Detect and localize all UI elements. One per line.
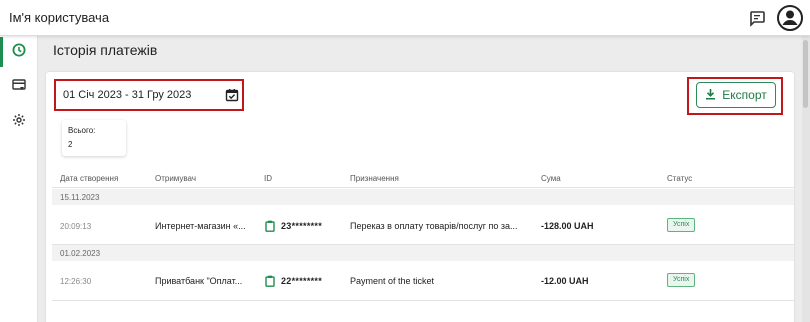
- row-time: 20:09:13: [60, 222, 92, 231]
- sidebar: [0, 36, 38, 322]
- download-icon: [705, 88, 716, 103]
- row-id: 23********: [281, 221, 323, 231]
- export-button[interactable]: Експорт: [696, 82, 776, 108]
- column-header-sum: Сума: [541, 174, 561, 183]
- column-header-purpose: Призначення: [350, 174, 399, 183]
- row-id: 22********: [281, 276, 323, 286]
- date-range-value: 01 Січ 2023 - 31 Гру 2023: [63, 89, 192, 101]
- payments-card: 01 Січ 2023 - 31 Гру 2023 Експорт Всього…: [46, 72, 794, 322]
- history-icon: [12, 43, 26, 62]
- page-title: Історія платежів: [53, 42, 158, 58]
- date-group-header: [52, 245, 794, 261]
- row-time: 12:26:30: [60, 277, 92, 286]
- sidebar-item-cards[interactable]: [0, 72, 38, 102]
- row-sum: -128.00 UAH: [541, 221, 594, 231]
- row-sum: -12.00 UAH: [541, 276, 589, 286]
- chat-icon[interactable]: [748, 9, 766, 27]
- top-bar: Ім'я користувача: [0, 0, 810, 36]
- date-group-header: [52, 189, 794, 205]
- status-badge: Успіх: [667, 273, 696, 287]
- sidebar-item-settings[interactable]: [0, 107, 38, 137]
- username: Ім'я користувача: [9, 10, 110, 25]
- header-divider: [52, 187, 794, 188]
- row-recipient: Интернет-магазин «...: [155, 221, 246, 231]
- clipboard-icon[interactable]: [265, 274, 275, 287]
- clipboard-icon[interactable]: [265, 219, 275, 232]
- scrollbar-thumb[interactable]: [803, 40, 808, 108]
- group-date: 01.02.2023: [60, 249, 101, 258]
- total-value: 2: [68, 140, 73, 149]
- total-label: Всього:: [68, 126, 96, 135]
- total-summary: Всього: 2: [62, 120, 126, 156]
- calendar-check-icon[interactable]: [225, 88, 239, 102]
- group-date: 15.11.2023: [60, 193, 100, 202]
- row-purpose: Переказ в оплату товарів/послуг по за...: [350, 221, 518, 231]
- export-label: Експорт: [722, 88, 767, 102]
- date-range-picker[interactable]: 01 Січ 2023 - 31 Гру 2023: [54, 79, 244, 111]
- status-badge: Успіх: [667, 218, 696, 232]
- row-divider: [52, 300, 794, 301]
- row-purpose: Payment of the ticket: [350, 276, 435, 286]
- column-header-status: Статус: [667, 174, 693, 183]
- sidebar-item-history[interactable]: [0, 37, 38, 67]
- card-list-icon: [12, 78, 26, 97]
- account-circle-icon[interactable]: [775, 3, 805, 33]
- column-header-created: Дата створення: [60, 174, 119, 183]
- column-header-id: ID: [264, 174, 272, 183]
- column-header-recipient: Отримувач: [155, 174, 196, 183]
- row-recipient: Приватбанк "Оплат...: [155, 276, 243, 286]
- gear-icon: [12, 113, 26, 132]
